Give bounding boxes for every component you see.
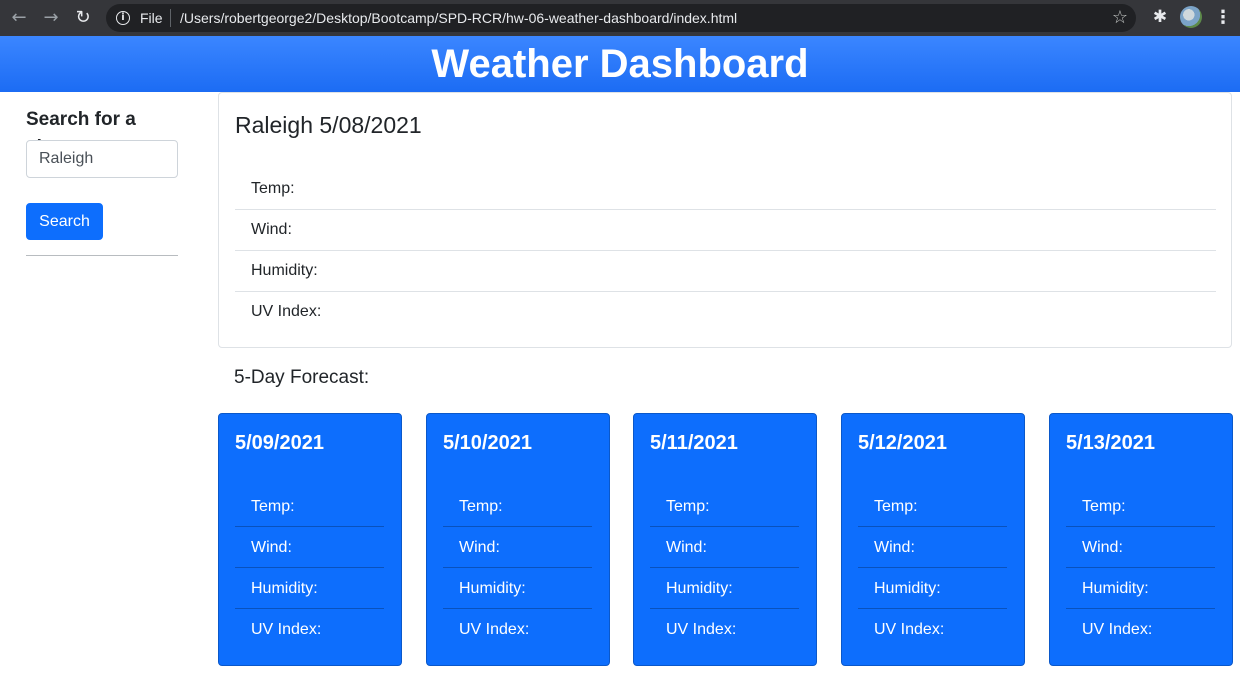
forecast-uv-index: UV Index:	[1082, 621, 1153, 638]
forecast-date: 5/12/2021	[858, 432, 947, 454]
forecast-wind: Wind:	[443, 527, 592, 568]
current-wind: Wind:	[235, 210, 1216, 251]
current-weather-card: Raleigh 5/08/2021 Temp: Wind: Humidity: …	[218, 92, 1232, 348]
forecast-wind: Wind:	[858, 527, 1007, 568]
address-separator	[170, 9, 171, 27]
current-humidity: Humidity:	[235, 251, 1216, 292]
forecast-humidity: Humidity:	[235, 568, 384, 609]
url-scheme: File	[140, 10, 163, 26]
back-arrow-icon[interactable]: ←	[8, 7, 30, 29]
search-button[interactable]: Search	[26, 203, 103, 240]
forecast-wind: Wind:	[650, 527, 799, 568]
forecast-humidity: Humidity:	[858, 568, 1007, 609]
search-sidebar: Search for a city: Search	[26, 106, 178, 256]
forecast-humidity: Humidity:	[650, 568, 799, 609]
forecast-list: Temp: Wind: Humidity: UV Index:	[443, 486, 592, 650]
forecast-card: 5/13/2021 Temp: Wind: Humidity: UV Index…	[1049, 413, 1233, 666]
forecast-list: Temp: Wind: Humidity: UV Index:	[1066, 486, 1215, 650]
city-search-input[interactable]	[26, 140, 178, 178]
star-icon[interactable]: ☆	[1112, 7, 1128, 28]
avatar[interactable]	[1180, 6, 1202, 28]
sidebar-divider	[26, 255, 178, 256]
forecast-temp: Temp:	[650, 486, 799, 527]
info-icon[interactable]: i	[116, 11, 130, 25]
forward-arrow-icon[interactable]: →	[40, 7, 62, 29]
forecast-list: Temp: Wind: Humidity: UV Index:	[858, 486, 1007, 650]
forecast-temp: Temp:	[1066, 486, 1215, 527]
forecast-temp: Temp:	[443, 486, 592, 527]
forecast-uv-index: UV Index:	[666, 621, 737, 638]
current-temp: Temp:	[235, 169, 1216, 210]
forecast-heading: 5-Day Forecast:	[234, 367, 370, 388]
forecast-card: 5/11/2021 Temp: Wind: Humidity: UV Index…	[633, 413, 817, 666]
forecast-date: 5/10/2021	[443, 432, 532, 454]
menu-icon[interactable]: ⋮	[1214, 7, 1232, 29]
address-bar[interactable]: i File /Users/robertgeorge2/Desktop/Boot…	[106, 4, 1136, 32]
forecast-list: Temp: Wind: Humidity: UV Index:	[650, 486, 799, 650]
forecast-card: 5/12/2021 Temp: Wind: Humidity: UV Index…	[841, 413, 1025, 666]
forecast-list: Temp: Wind: Humidity: UV Index:	[235, 486, 384, 650]
forecast-uv-index: UV Index:	[874, 621, 945, 638]
url-text[interactable]: /Users/robertgeorge2/Desktop/Bootcamp/SP…	[180, 10, 737, 26]
forecast-date: 5/13/2021	[1066, 432, 1155, 454]
extensions-icon[interactable]: ✱	[1150, 7, 1170, 27]
forecast-temp: Temp:	[235, 486, 384, 527]
current-weather-list: Temp: Wind: Humidity: UV Index:	[235, 169, 1216, 332]
page-title: Weather Dashboard	[431, 42, 809, 86]
current-uv-index: UV Index:	[251, 303, 322, 320]
forecast-temp: Temp:	[858, 486, 1007, 527]
reload-icon[interactable]: ↻	[72, 7, 94, 29]
forecast-date: 5/11/2021	[650, 432, 738, 454]
forecast-uv-index: UV Index:	[459, 621, 530, 638]
forecast-card: 5/10/2021 Temp: Wind: Humidity: UV Index…	[426, 413, 610, 666]
forecast-wind: Wind:	[235, 527, 384, 568]
forecast-humidity: Humidity:	[1066, 568, 1215, 609]
forecast-date: 5/09/2021	[235, 432, 324, 454]
forecast-card: 5/09/2021 Temp: Wind: Humidity: UV Index…	[218, 413, 402, 666]
current-city-date: Raleigh 5/08/2021	[235, 112, 422, 138]
forecast-humidity: Humidity:	[443, 568, 592, 609]
forecast-uv-index: UV Index:	[251, 621, 322, 638]
forecast-wind: Wind:	[1066, 527, 1215, 568]
browser-toolbar: ← → ↻ i File /Users/robertgeorge2/Deskto…	[0, 0, 1240, 36]
page-header: Weather Dashboard	[0, 36, 1240, 92]
